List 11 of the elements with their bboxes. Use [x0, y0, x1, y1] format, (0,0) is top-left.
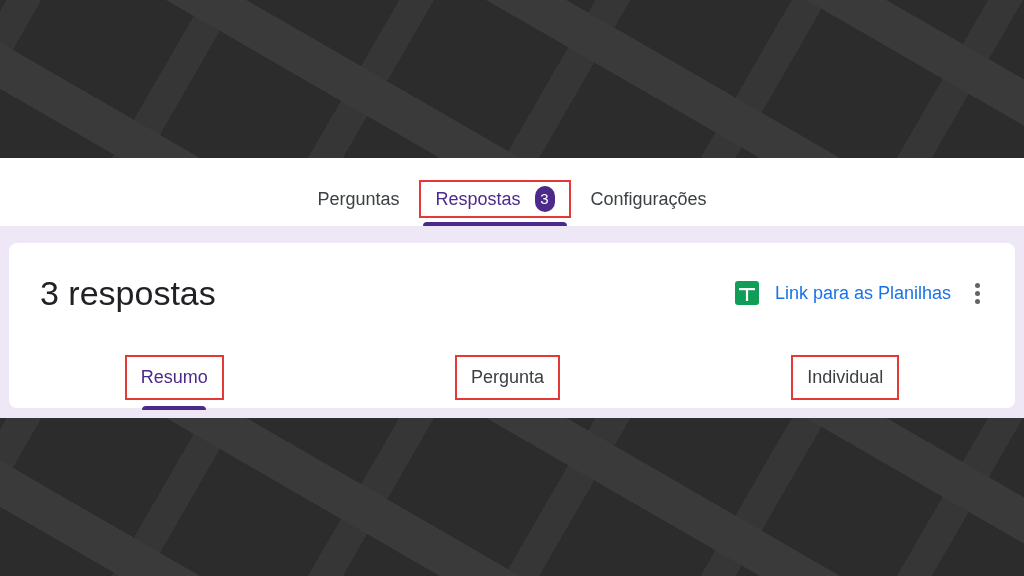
view-tab[interactable]: Pergunta — [454, 355, 560, 400]
nav-tab[interactable]: Perguntas — [301, 180, 416, 218]
sheets-link[interactable]: Link para as Planilhas — [774, 279, 951, 307]
responses-title: 3 respostas — [40, 273, 217, 314]
spreadsheet-icon — [734, 281, 759, 306]
count-badge: 3 — [534, 186, 555, 212]
view-tab[interactable]: Individual — [791, 355, 900, 400]
nav-tab[interactable]: Configurações — [574, 180, 723, 218]
selection-indicator — [142, 406, 207, 410]
view-tab[interactable]: Resumo — [124, 355, 224, 400]
nav-tab[interactable]: Respostas 3 — [419, 180, 571, 218]
